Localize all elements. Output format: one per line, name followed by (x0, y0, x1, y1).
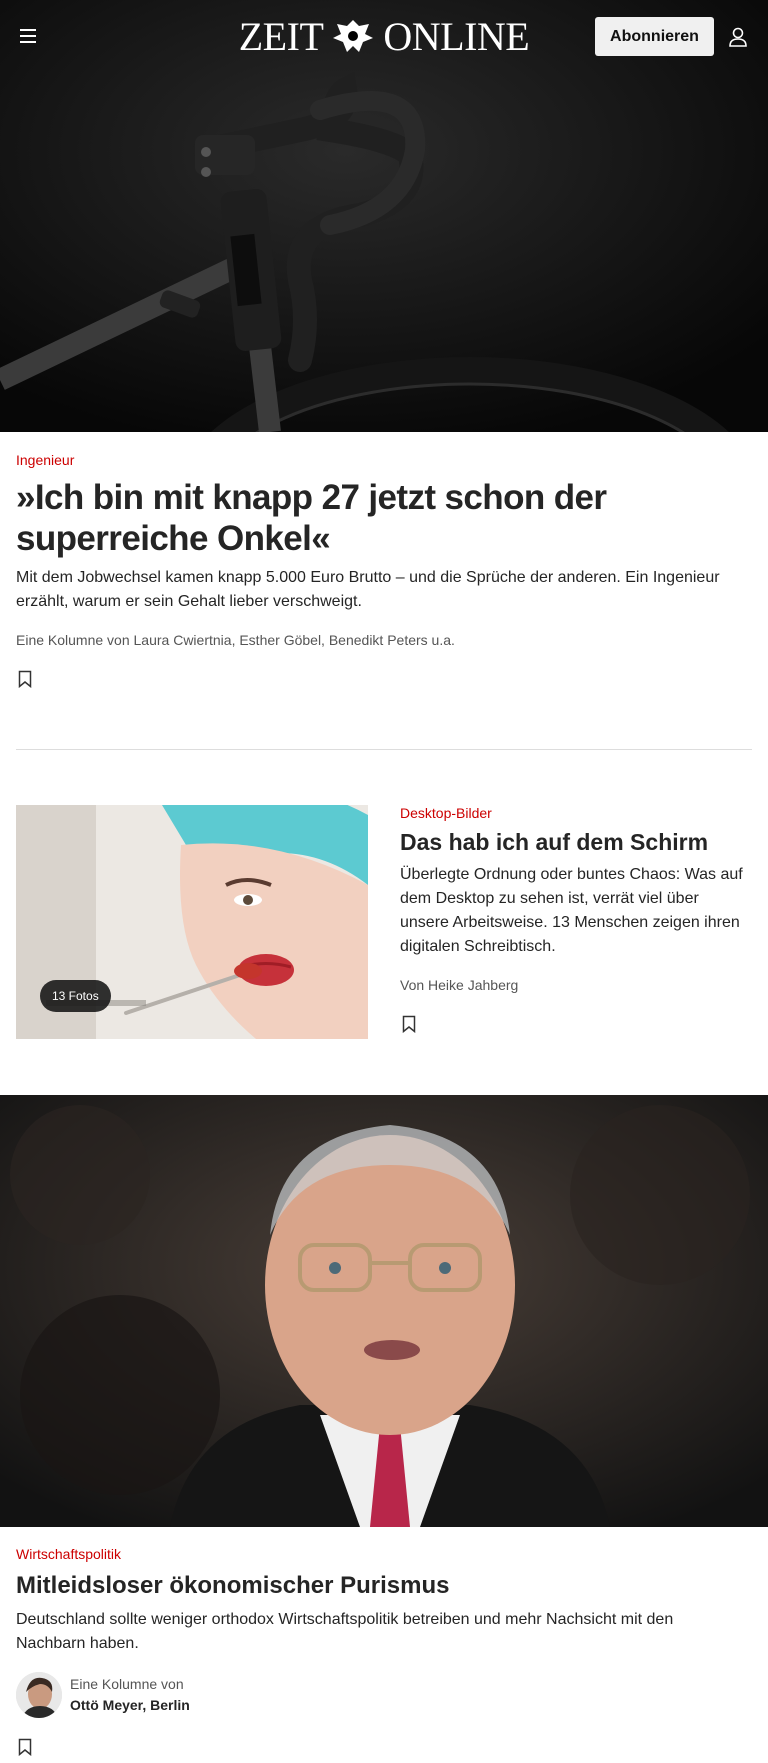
article-headline[interactable]: Das hab ich auf dem Schirm (400, 827, 760, 857)
divider (16, 749, 752, 750)
bookmark-icon[interactable] (18, 1738, 32, 1756)
subscribe-button[interactable]: Abonnieren (595, 17, 714, 56)
photo-count-badge[interactable]: 13 Fotos (40, 980, 111, 1012)
article-summary[interactable]: Deutschland sollte weniger orthodox Wirt… (16, 1608, 736, 1656)
hero-image-portrait[interactable] (0, 1095, 768, 1527)
logo-text-left: ZEIT (238, 13, 324, 59)
article-kicker[interactable]: Desktop-Bilder (400, 805, 492, 821)
article-kicker[interactable]: Wirtschaftspolitik (16, 1546, 121, 1562)
user-icon[interactable] (728, 26, 748, 48)
article-headline[interactable]: Mitleidsloser ökonomischer Purismus (16, 1571, 449, 1601)
column-intro: Eine Kolumne von (70, 1676, 184, 1692)
eagle-crest-icon (333, 20, 374, 52)
bookmark-icon[interactable] (18, 670, 32, 688)
hamburger-icon[interactable] (18, 26, 40, 44)
logo-text-right: ONLINE (383, 13, 530, 59)
article-summary[interactable]: Mit dem Jobwechsel kamen knapp 5.000 Eur… (16, 566, 736, 614)
bookmark-icon[interactable] (402, 1015, 416, 1033)
teaser-image-woman[interactable]: 13 Fotos (16, 805, 368, 1039)
author-avatar[interactable] (16, 1672, 62, 1718)
site-logo[interactable]: ZEIT ONLINE (222, 13, 546, 59)
article-author: Eine Kolumne von Laura Cwiertnia, Esther… (16, 632, 455, 648)
article-summary[interactable]: Überlegte Ordnung oder buntes Chaos: Was… (400, 863, 752, 959)
article-author: Von Heike Jahberg (400, 977, 519, 993)
article-headline[interactable]: »Ich bin mit knapp 27 jetzt schon der su… (16, 477, 716, 559)
site-header: ZEIT ONLINE Abonnieren (0, 0, 768, 72)
column-author[interactable]: Ottö Meyer, Berlin (70, 1697, 190, 1713)
article-kicker[interactable]: Ingenieur (16, 452, 74, 468)
